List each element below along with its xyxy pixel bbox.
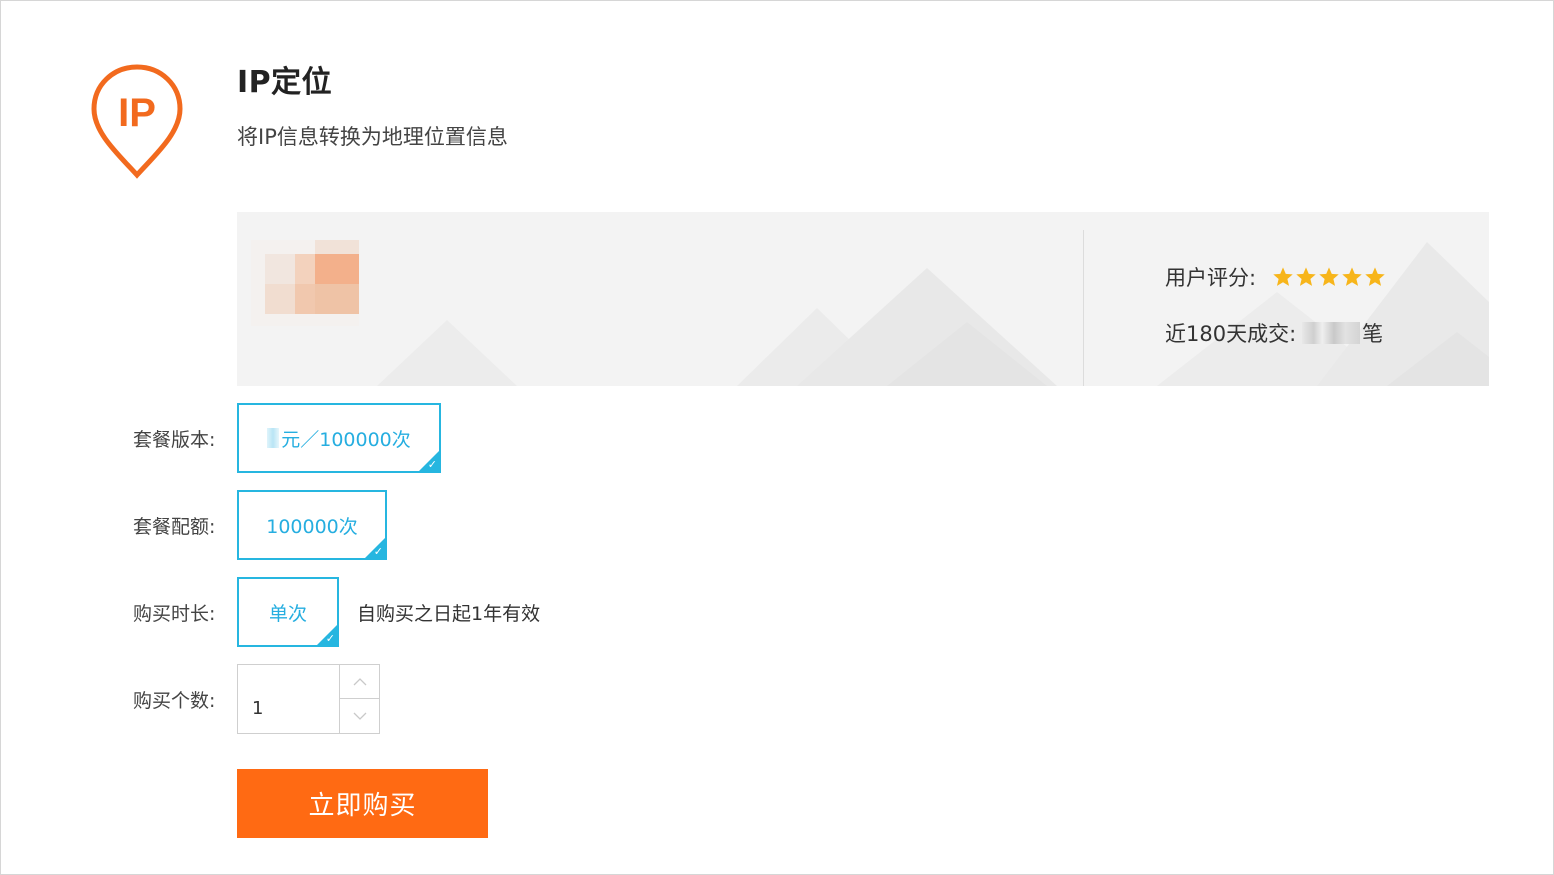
- version-label: 套餐版本:: [133, 429, 216, 451]
- star-icon: [1342, 267, 1362, 286]
- deals-unit: 笔: [1362, 322, 1384, 346]
- duration-option[interactable]: 单次 ✓: [237, 577, 339, 647]
- duration-option-label: 单次: [268, 602, 307, 625]
- deals-row: 近180天成交: 笔: [1165, 318, 1383, 348]
- banner-background: [377, 242, 1489, 386]
- quantity-input[interactable]: [238, 665, 340, 733]
- count-label: 购买个数:: [133, 690, 216, 712]
- buy-now-button[interactable]: 立即购买: [237, 769, 488, 838]
- duration-label: 购买时长:: [133, 603, 216, 625]
- quantity-stepper: [237, 664, 380, 734]
- deals-label: 近180天成交:: [1165, 322, 1297, 346]
- deals-count-hidden: [1302, 322, 1361, 344]
- star-icon: [1365, 267, 1385, 286]
- logo-text: IP: [118, 91, 156, 135]
- page-subtitle: 将IP信息转换为地理位置信息: [237, 125, 508, 149]
- increment-button[interactable]: [340, 665, 380, 699]
- chevron-up-icon: [353, 677, 367, 685]
- stepper-buttons: [339, 665, 380, 733]
- chevron-down-icon: [353, 712, 367, 720]
- product-page: IP IP定位 将IP信息转换为地理位置信息 用户评分: 近180天成交: 笔 …: [0, 0, 1554, 875]
- price-placeholder: [251, 240, 359, 326]
- rating-row: 用户评分:: [1165, 262, 1387, 292]
- quota-label: 套餐配额:: [133, 516, 216, 538]
- banner-divider: [1083, 230, 1084, 386]
- decrement-button[interactable]: [340, 699, 380, 733]
- duration-note: 自购买之日起1年有效: [357, 603, 541, 625]
- star-icon: [1319, 267, 1339, 286]
- ip-location-pin-icon: IP: [91, 64, 183, 179]
- star-icon: [1296, 267, 1316, 286]
- rating-stars: [1272, 266, 1387, 288]
- check-icon: ✓: [427, 458, 437, 471]
- price-hidden: [267, 428, 280, 448]
- star-icon: [1273, 267, 1293, 286]
- version-option[interactable]: 元／100000次 ✓: [237, 403, 441, 473]
- check-icon: ✓: [325, 632, 335, 645]
- quota-option-label: 100000次: [266, 515, 358, 538]
- check-icon: ✓: [373, 545, 383, 558]
- quota-option[interactable]: 100000次 ✓: [237, 490, 387, 560]
- version-option-label: 元／100000次: [281, 428, 411, 451]
- rating-label: 用户评分:: [1165, 266, 1257, 290]
- info-banner: 用户评分: 近180天成交: 笔: [237, 212, 1489, 386]
- page-title: IP定位: [237, 65, 333, 100]
